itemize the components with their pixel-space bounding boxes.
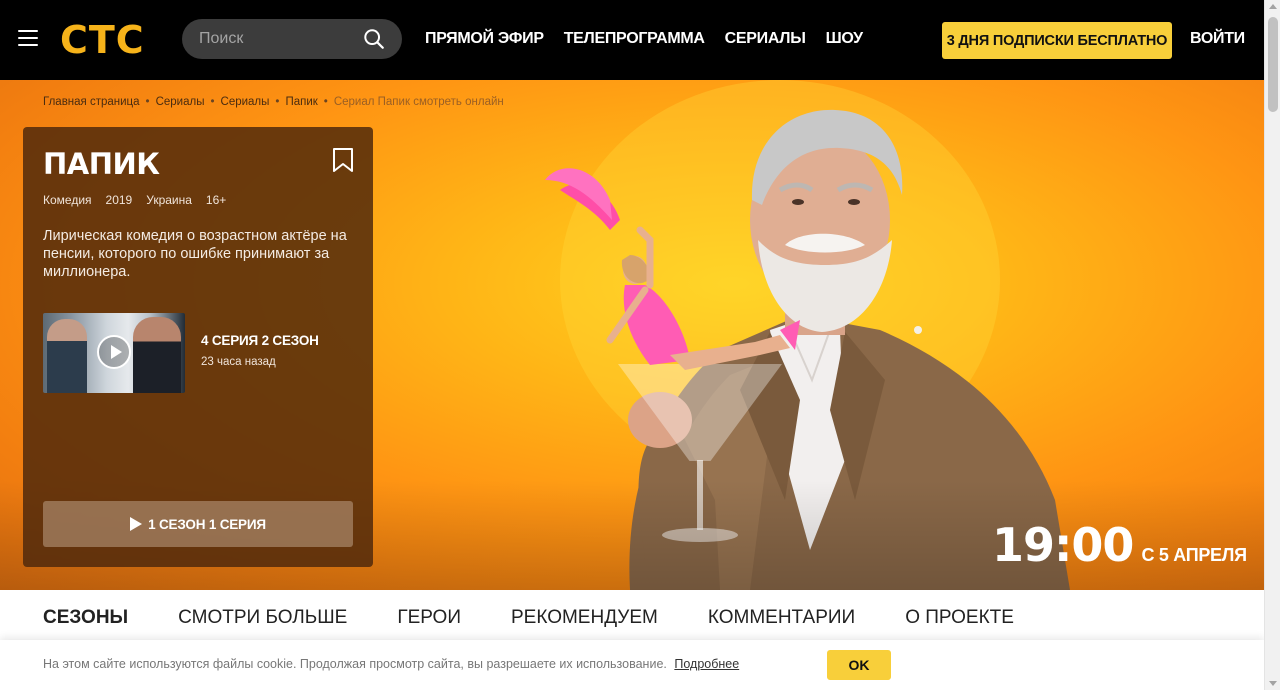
- show-country: Украина: [146, 193, 192, 207]
- latest-episode-title[interactable]: 4 СЕРИЯ 2 СЕЗОН: [201, 333, 319, 348]
- section-tabs: СЕЗОНЫ СМОТРИ БОЛЬШЕ ГЕРОИ РЕКОМЕНДУЕМ К…: [43, 607, 1014, 629]
- cookie-text-wrap: На этом сайте используются файлы cookie.…: [43, 657, 739, 671]
- breadcrumb-show[interactable]: Папик: [285, 96, 317, 108]
- nav-live[interactable]: ПРЯМОЙ ЭФИР: [425, 30, 544, 48]
- cookie-more-link[interactable]: Подробнее: [674, 657, 739, 671]
- show-genre: Комедия: [43, 193, 92, 207]
- air-date: С 5 АПРЕЛЯ: [1141, 545, 1247, 565]
- search-input[interactable]: [199, 30, 369, 48]
- main-nav: ПРЯМОЙ ЭФИР ТЕЛЕПРОГРАММА СЕРИАЛЫ ШОУ: [425, 30, 863, 48]
- cookie-ok-button[interactable]: OK: [827, 650, 891, 680]
- breadcrumb-home[interactable]: Главная страница: [43, 96, 140, 108]
- scroll-up-icon[interactable]: [1269, 4, 1277, 9]
- tab-about[interactable]: О ПРОЕКТЕ: [905, 607, 1014, 629]
- show-title: ПАПИК: [43, 147, 160, 181]
- thumbnail-figure: [47, 319, 87, 393]
- play-icon[interactable]: [97, 335, 131, 369]
- scroll-down-icon[interactable]: [1269, 681, 1277, 686]
- tab-comments[interactable]: КОММЕНТАРИИ: [708, 607, 855, 629]
- breadcrumb-series-2[interactable]: Сериалы: [221, 96, 270, 108]
- cookie-banner: На этом сайте используются файлы cookie.…: [0, 640, 1264, 690]
- search-icon[interactable]: [363, 28, 385, 50]
- menu-icon[interactable]: [18, 30, 38, 48]
- show-age-rating: 16+: [205, 193, 227, 207]
- breadcrumb-separator: •: [323, 96, 328, 108]
- breadcrumb-separator: •: [210, 96, 215, 108]
- site-header: СТС ПРЯМОЙ ЭФИР ТЕЛЕПРОГРАММА СЕРИАЛЫ ШО…: [0, 0, 1264, 80]
- show-info-card: ПАПИК Комедия 2019 Украина 16+ Лирическа…: [23, 127, 373, 567]
- breadcrumb: Главная страница • Сериалы • Сериалы • П…: [43, 96, 504, 108]
- breadcrumb-separator: •: [145, 96, 150, 108]
- bookmark-icon[interactable]: [332, 147, 354, 173]
- tab-recommended[interactable]: РЕКОМЕНДУЕМ: [511, 607, 658, 629]
- watch-first-episode-button[interactable]: 1 СЕЗОН 1 СЕРИЯ: [43, 501, 353, 547]
- login-button[interactable]: ВОЙТИ: [1190, 30, 1245, 48]
- tab-seasons[interactable]: СЕЗОНЫ: [43, 607, 128, 629]
- breadcrumb-series[interactable]: Сериалы: [156, 96, 205, 108]
- hero-banner: Главная страница • Сериалы • Сериалы • П…: [0, 80, 1264, 590]
- air-time: 19:00: [992, 518, 1134, 572]
- subscription-promo-button[interactable]: 3 ДНЯ ПОДПИСКИ БЕСПЛАТНО: [942, 22, 1172, 59]
- nav-tv-guide[interactable]: ТЕЛЕПРОГРАММА: [564, 30, 705, 48]
- thumbnail-figure: [133, 317, 181, 393]
- search-box: [182, 19, 402, 59]
- nav-shows[interactable]: ШОУ: [826, 30, 863, 48]
- breadcrumb-current: Сериал Папик смотреть онлайн: [333, 96, 504, 108]
- tab-heroes[interactable]: ГЕРОИ: [397, 607, 461, 629]
- nav-series[interactable]: СЕРИАЛЫ: [725, 30, 806, 48]
- air-schedule: 19:00 С 5 АПРЕЛЯ: [992, 518, 1247, 572]
- show-meta: Комедия 2019 Украина 16+: [43, 193, 226, 207]
- latest-episode-time: 23 часа назад: [201, 356, 276, 368]
- cookie-text: На этом сайте используются файлы cookie.…: [43, 657, 667, 671]
- show-description: Лирическая комедия о возрастном актёре н…: [43, 228, 347, 280]
- episode-thumbnail[interactable]: [43, 313, 185, 393]
- logo[interactable]: СТС: [60, 21, 145, 59]
- show-year: 2019: [105, 193, 133, 207]
- breadcrumb-separator: •: [275, 96, 280, 108]
- watch-button-label: 1 СЕЗОН 1 СЕРИЯ: [148, 516, 266, 532]
- scrollbar[interactable]: [1264, 0, 1280, 690]
- scrollbar-thumb[interactable]: [1268, 17, 1278, 112]
- tab-watch-more[interactable]: СМОТРИ БОЛЬШЕ: [178, 607, 347, 629]
- play-triangle-icon: [130, 517, 143, 531]
